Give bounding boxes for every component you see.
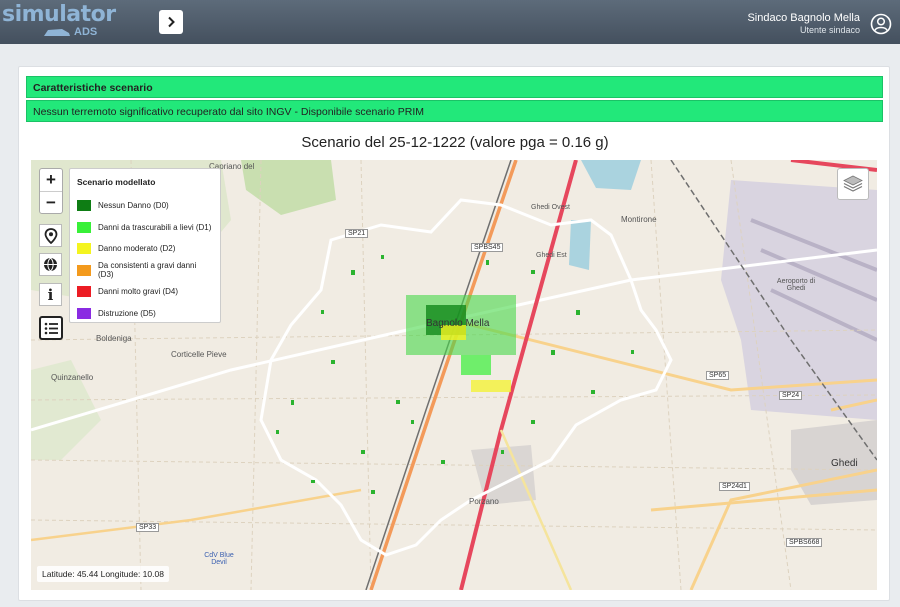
legend-item: Danni molto gravi (D4) xyxy=(77,281,213,303)
road-sp24d1: SP24d1 xyxy=(719,482,750,491)
legend-label: Danni molto gravi (D4) xyxy=(98,287,179,297)
scenario-title: Scenario del 25-12-1222 (valore pga = 0.… xyxy=(301,134,609,151)
layers-button[interactable] xyxy=(837,168,869,200)
layers-icon xyxy=(843,175,863,192)
legend-label: Danno moderato (D2) xyxy=(98,244,176,254)
place-quinzanello: Quinzanello xyxy=(51,373,94,382)
place-montirone: Montirone xyxy=(621,215,657,224)
user-role: Utente sindaco xyxy=(799,25,860,35)
zoom-in-button[interactable]: + xyxy=(40,169,62,191)
place-boldeniga: Boldeniga xyxy=(96,334,132,343)
scenario-banner-title: Caratteristiche scenario xyxy=(26,76,883,98)
road-sp33: SP33 xyxy=(136,523,160,532)
road-spbs45: SPBS45 xyxy=(471,243,504,252)
road-sp24: SP24 xyxy=(779,391,803,400)
legend-swatch xyxy=(77,200,91,212)
scenario-banner-message: Nessun terremoto significativo recuperat… xyxy=(26,100,883,122)
road-spbs668: SPBS668 xyxy=(786,538,823,547)
app-logo[interactable]: simulator ADS xyxy=(0,0,116,44)
coordinates-readout: Latitude: 45.44 Longitude: 10.08 xyxy=(37,566,169,582)
globe-button[interactable] xyxy=(39,253,62,276)
road-sp21: SP21 xyxy=(345,229,369,238)
user-info: Sindaco Bagnolo Mella Utente sindaco xyxy=(747,12,860,35)
legend-label: Da consistenti a gravi danni (D3) xyxy=(98,261,197,280)
legend-label: Distruzione (D5) xyxy=(98,308,156,318)
place-ghedi-est: Ghedi Est xyxy=(536,252,567,259)
place-ghedi-ovest: Ghedi Ovest xyxy=(531,204,570,211)
place-bagnolo-mella: Bagnolo Mella xyxy=(426,318,490,329)
legend-swatch xyxy=(77,221,91,233)
logo-text: simulator xyxy=(2,2,116,27)
chevron-right-icon xyxy=(168,16,175,28)
place-corticelle: Corticelle Pieve xyxy=(171,350,227,359)
legend-item: Distruzione (D5) xyxy=(77,303,213,325)
place-cdv-blue-devil: CdV Blue Devil xyxy=(204,552,234,566)
map-legend: Scenario modellato Nessun Danno (D0) Dan… xyxy=(69,168,221,323)
scenario-map[interactable]: Capriano del Montirone Ghedi Ovest Ghedi… xyxy=(31,160,877,590)
locate-button[interactable] xyxy=(39,224,62,247)
road-sp65: SP65 xyxy=(706,371,730,380)
legend-item: Danno moderato (D2) xyxy=(77,238,213,260)
scenario-panel: Caratteristiche scenario Nessun terremot… xyxy=(18,66,890,601)
globe-icon xyxy=(44,257,57,272)
place-aeroporto: Aeroporto di Ghedi xyxy=(776,278,816,292)
legend-item: Da consistenti a gravi danni (D3) xyxy=(77,260,213,282)
legend-swatch xyxy=(77,286,91,298)
legend-swatch xyxy=(77,264,91,276)
sidebar-toggle-button[interactable] xyxy=(159,10,183,34)
legend-toggle-button[interactable] xyxy=(39,316,63,340)
user-account-icon[interactable] xyxy=(870,13,892,35)
legend-swatch xyxy=(77,307,91,319)
legend-label: Nessun Danno (D0) xyxy=(98,201,169,211)
logo-subtext: ADS xyxy=(74,26,98,38)
place-ghedi: Ghedi xyxy=(831,458,858,469)
place-porzano: Porzano xyxy=(469,497,499,506)
legend-label: Danni da trascurabili a lievi (D1) xyxy=(98,222,212,232)
legend-swatch xyxy=(77,243,91,255)
zoom-out-button[interactable]: − xyxy=(40,191,62,213)
info-icon: i xyxy=(47,285,54,304)
info-button[interactable]: i xyxy=(39,283,62,306)
legend-item: Nessun Danno (D0) xyxy=(77,195,213,217)
zoom-control: + − xyxy=(39,168,63,214)
legend-item: Danni da trascurabili a lievi (D1) xyxy=(77,217,213,239)
map-pin-icon xyxy=(44,227,57,244)
legend-title: Scenario modellato xyxy=(77,177,156,187)
list-icon xyxy=(44,322,58,334)
logo-car-icon xyxy=(42,26,72,40)
top-navbar: simulator ADS Sindaco Bagnolo Mella Uten… xyxy=(0,0,900,44)
user-name: Sindaco Bagnolo Mella xyxy=(747,12,860,24)
